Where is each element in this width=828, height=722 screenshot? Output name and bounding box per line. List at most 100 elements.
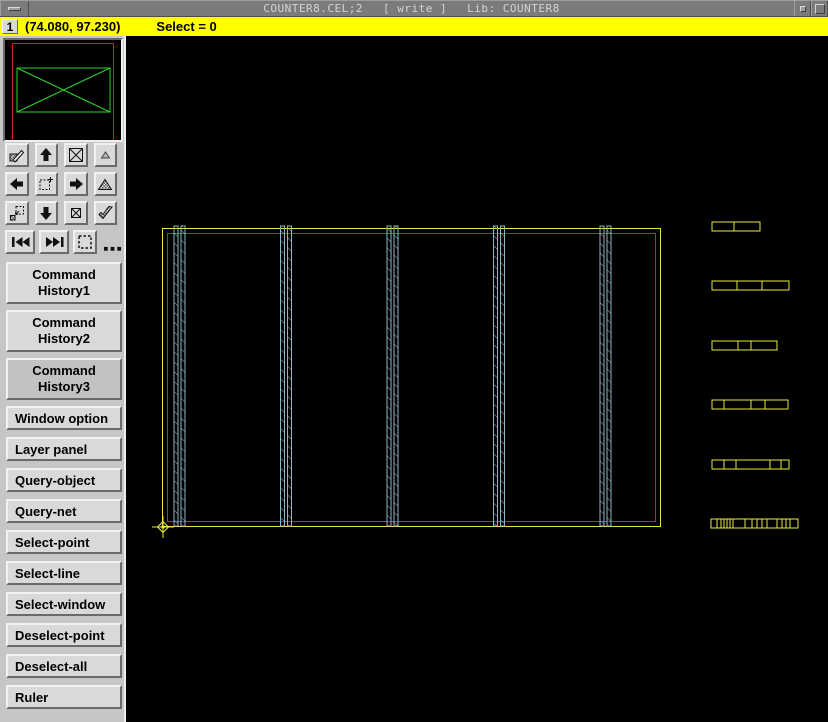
- deselect-all-button[interactable]: Deselect-all: [6, 654, 122, 678]
- cell-row: [712, 281, 789, 290]
- window-option-button[interactable]: Window option: [6, 406, 122, 430]
- button-label: Deselect-all: [15, 659, 120, 674]
- button-label: Query-net: [15, 504, 120, 519]
- poly-bar-strip: [174, 226, 178, 526]
- window-titlebar: COUNTER8.CEL;2[ write ]Lib: COUNTER8: [0, 0, 828, 17]
- poly-bar-strip: [288, 226, 292, 526]
- query-net-button[interactable]: Query-net: [6, 499, 122, 523]
- mountain-small-icon: [96, 146, 114, 164]
- cell-row: [712, 400, 788, 409]
- pan-up-icon: [37, 146, 55, 164]
- button-label: Window option: [15, 411, 120, 426]
- poly-bar-strip: [501, 226, 505, 526]
- window-minimize-button[interactable]: [794, 1, 811, 16]
- first-icon: [10, 233, 31, 251]
- main-area: CommandHistory1CommandHistory2CommandHis…: [0, 36, 828, 722]
- select-point-button[interactable]: Select-point: [6, 530, 122, 554]
- command-history3-button[interactable]: CommandHistory3: [6, 358, 122, 400]
- layer-panel-button[interactable]: Layer panel: [6, 437, 122, 461]
- last-icon: [44, 233, 65, 251]
- window-menu-button[interactable]: [0, 1, 29, 16]
- tool-pan-right-button[interactable]: [64, 172, 88, 196]
- status-bar: 1 (74.080, 97.230) Select = 0: [0, 17, 828, 36]
- cell-row: [711, 519, 798, 528]
- tool-row: [5, 172, 123, 196]
- tool-draw-edit-button[interactable]: [5, 143, 29, 167]
- command-history1-button[interactable]: CommandHistory1: [6, 262, 122, 304]
- window-menu-dash-icon: [8, 7, 21, 11]
- cell-row: [712, 222, 760, 231]
- window-number-badge: 1: [2, 19, 18, 34]
- zoom-out-icon: [8, 204, 26, 222]
- select-window-button[interactable]: Select-window: [6, 592, 122, 616]
- tool-row: [5, 230, 123, 254]
- minimize-icon: [800, 6, 806, 12]
- tool-more-options[interactable]: [103, 230, 123, 254]
- button-label: Deselect-point: [15, 628, 120, 643]
- deselect-point-button[interactable]: Deselect-point: [6, 623, 122, 647]
- tool-check-hatch-button[interactable]: [94, 201, 118, 225]
- cell-boundary-inner: [168, 234, 656, 522]
- tool-pan-up-button[interactable]: [35, 143, 59, 167]
- tool-last-button[interactable]: [39, 230, 69, 254]
- button-label: Layer panel: [15, 442, 120, 457]
- window-title: COUNTER8.CEL;2[ write ]Lib: COUNTER8: [29, 1, 794, 16]
- tool-pan-left-button[interactable]: [5, 172, 29, 196]
- command-history2-button[interactable]: CommandHistory2: [6, 310, 122, 352]
- button-label: Select-window: [15, 597, 120, 612]
- tool-zoom-box-small-button[interactable]: [64, 201, 88, 225]
- poly-bar-strip: [387, 226, 391, 526]
- pan-left-icon: [8, 175, 26, 193]
- poly-bar-strip: [600, 226, 604, 526]
- title-cell-name: COUNTER8.CEL;2: [263, 2, 363, 15]
- tool-pan-down-button[interactable]: [35, 201, 59, 225]
- select-box-icon: [76, 233, 94, 251]
- overview-minimap[interactable]: [3, 38, 123, 142]
- button-label: Select-line: [15, 566, 120, 581]
- tool-mountain-small-button[interactable]: [94, 143, 118, 167]
- layout-canvas[interactable]: [126, 36, 828, 722]
- more-dots-icon: [103, 236, 123, 254]
- tool-zoom-box-large-button[interactable]: [64, 143, 88, 167]
- cell-boundary-outer: [163, 229, 661, 527]
- minimap-view-window[interactable]: [17, 68, 110, 112]
- select-line-button[interactable]: Select-line: [6, 561, 122, 585]
- poly-bar-strip: [494, 226, 498, 526]
- tool-first-button[interactable]: [5, 230, 35, 254]
- button-label: Command: [8, 315, 120, 331]
- tool-mountain-large-button[interactable]: [94, 172, 118, 196]
- select-count: Select = 0: [156, 19, 216, 34]
- query-object-button[interactable]: Query-object: [6, 468, 122, 492]
- button-label: Ruler: [15, 690, 120, 705]
- draw-edit-icon: [8, 146, 26, 164]
- zoom-box-small-icon: [67, 204, 85, 222]
- window-maximize-button[interactable]: [811, 1, 828, 16]
- zoom-window-icon: [37, 175, 55, 193]
- title-write-mode: [ write ]: [383, 2, 447, 15]
- button-label: History2: [8, 331, 120, 347]
- poly-bar-strip: [181, 226, 185, 526]
- maximize-icon: [815, 4, 825, 14]
- poly-bar-strip: [394, 226, 398, 526]
- cell-row: [712, 460, 789, 469]
- tool-row: [5, 201, 123, 225]
- button-label: Command: [8, 267, 120, 283]
- button-label: Select-point: [15, 535, 120, 550]
- pan-right-icon: [67, 175, 85, 193]
- check-hatch-icon: [96, 204, 114, 222]
- tool-grid: [5, 143, 123, 259]
- tool-row: [5, 143, 123, 167]
- poly-bar-strip: [281, 226, 285, 526]
- pan-down-icon: [37, 204, 55, 222]
- tool-zoom-out-button[interactable]: [5, 201, 29, 225]
- button-label: History3: [8, 379, 120, 395]
- mountain-large-icon: [96, 175, 114, 193]
- ruler-button[interactable]: Ruler: [6, 685, 122, 709]
- cursor-crosshair: [152, 516, 174, 538]
- button-label: History1: [8, 283, 120, 299]
- tool-zoom-window-button[interactable]: [35, 172, 59, 196]
- button-label: Query-object: [15, 473, 120, 488]
- tool-select-box-button[interactable]: [73, 230, 97, 254]
- cursor-coordinates: (74.080, 97.230): [25, 19, 120, 34]
- poly-bar-strip: [607, 226, 611, 526]
